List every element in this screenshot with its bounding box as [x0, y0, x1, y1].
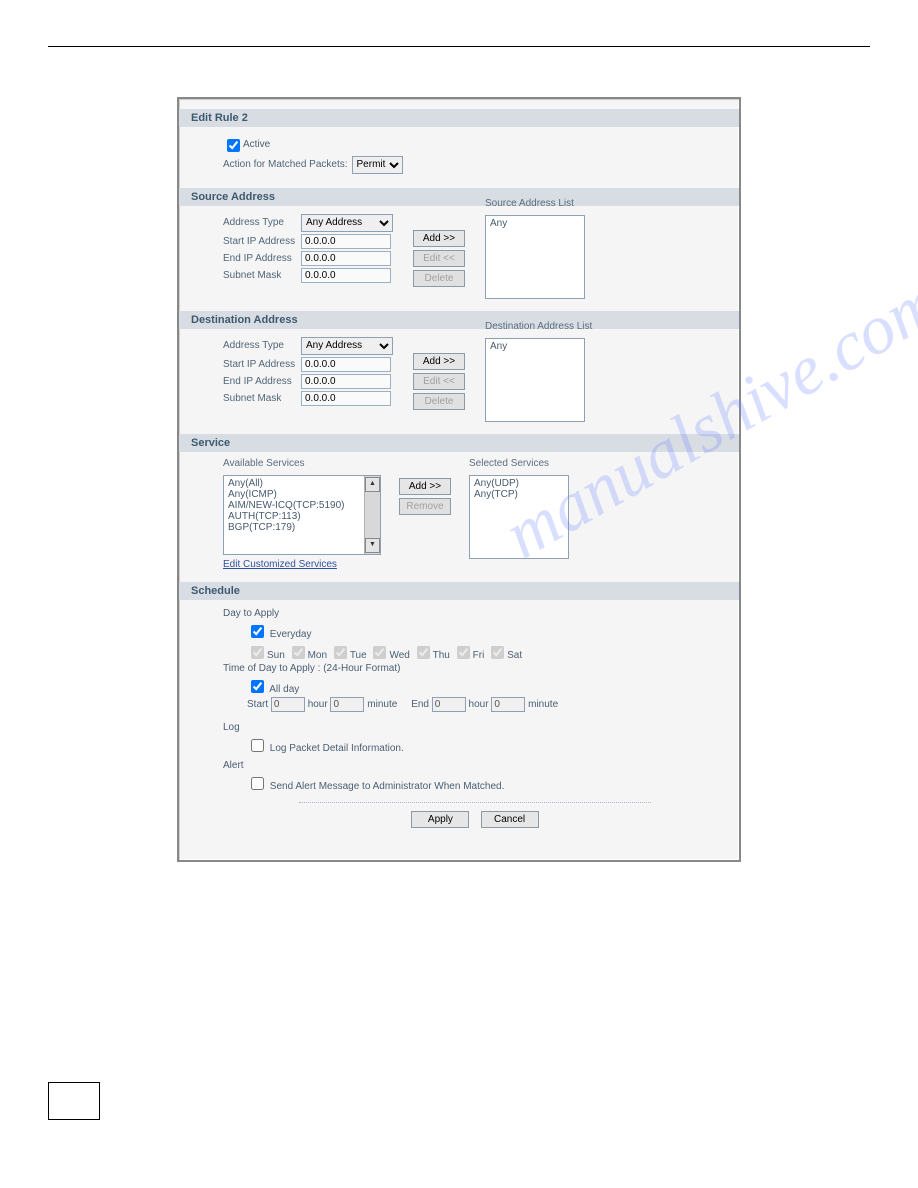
apply-button[interactable]: Apply — [411, 811, 469, 828]
dst-edit-button[interactable]: Edit << — [413, 373, 465, 390]
hour-label-2: hour — [469, 699, 489, 710]
service-header: Service — [179, 434, 739, 452]
list-item[interactable]: BGP(TCP:179) — [228, 522, 360, 533]
hour-label: hour — [308, 699, 328, 710]
day-wed-label: Wed — [389, 650, 409, 661]
minute-label-2: minute — [528, 699, 558, 710]
page-number-box — [48, 1082, 100, 1120]
everyday-checkbox[interactable] — [251, 625, 264, 638]
dst-list-title: Destination Address List — [485, 321, 592, 332]
action-matched-label: Action for Matched Packets: — [223, 159, 348, 170]
dst-subnet-label: Subnet Mask — [223, 393, 301, 404]
active-label: Active — [243, 139, 270, 150]
day-mon-checkbox[interactable] — [292, 646, 305, 659]
dst-delete-button[interactable]: Delete — [413, 393, 465, 410]
src-add-button[interactable]: Add >> — [413, 230, 465, 247]
list-item[interactable]: Any — [490, 218, 580, 229]
day-thu-label: Thu — [433, 650, 450, 661]
list-item[interactable]: AUTH(TCP:113) — [228, 511, 360, 522]
dst-address-type-select[interactable]: Any Address — [301, 337, 393, 355]
end-minute-input[interactable] — [491, 697, 525, 712]
title-bar: Edit Rule 2 — [179, 109, 739, 127]
all-day-label: All day — [269, 684, 299, 695]
list-item[interactable]: AIM/NEW-ICQ(TCP:5190) — [228, 500, 360, 511]
day-wed-checkbox[interactable] — [373, 646, 386, 659]
day-to-apply-label: Day to Apply — [223, 608, 727, 619]
end-label: End — [411, 699, 429, 710]
src-list-title: Source Address List — [485, 198, 585, 209]
day-mon-label: Mon — [308, 650, 327, 661]
end-hour-input[interactable] — [432, 697, 466, 712]
list-item[interactable]: Any(All) — [228, 478, 360, 489]
action-matched-select[interactable]: Permit — [352, 156, 403, 174]
selected-services-title: Selected Services — [469, 458, 569, 469]
selected-services-listbox[interactable]: Any(UDP) Any(TCP) — [469, 475, 569, 559]
log-label: Log — [223, 722, 727, 733]
dst-start-ip-label: Start IP Address — [223, 359, 301, 370]
available-services-listbox[interactable]: Any(All) Any(ICMP) AIM/NEW-ICQ(TCP:5190)… — [223, 475, 381, 555]
minute-label: minute — [367, 699, 397, 710]
alert-label: Alert — [223, 760, 727, 771]
start-hour-input[interactable] — [271, 697, 305, 712]
schedule-header: Schedule — [179, 582, 739, 600]
scroll-up-icon[interactable]: ▲ — [365, 477, 380, 492]
scroll-down-icon[interactable]: ▼ — [365, 538, 380, 553]
dst-start-ip-input[interactable] — [301, 357, 391, 372]
edit-customized-services-link[interactable]: Edit Customized Services — [223, 559, 337, 570]
dst-address-type-label: Address Type — [223, 340, 301, 351]
dst-address-listbox[interactable]: Any — [485, 338, 585, 422]
day-tue-checkbox[interactable] — [334, 646, 347, 659]
dst-add-button[interactable]: Add >> — [413, 353, 465, 370]
time-of-day-label: Time of Day to Apply : (24-Hour Format) — [223, 663, 727, 674]
dst-subnet-input[interactable] — [301, 391, 391, 406]
log-detail-label: Log Packet Detail Information. — [270, 743, 404, 754]
log-detail-checkbox[interactable] — [251, 739, 264, 752]
source-address-header: Source Address — [179, 188, 739, 206]
list-item[interactable]: Any(UDP) — [474, 478, 564, 489]
day-sat-label: Sat — [507, 650, 522, 661]
list-item[interactable]: Any(ICMP) — [228, 489, 360, 500]
svc-add-button[interactable]: Add >> — [399, 478, 451, 495]
destination-address-header: Destination Address — [179, 311, 739, 329]
src-address-type-select[interactable]: Any Address — [301, 214, 393, 232]
day-fri-checkbox[interactable] — [457, 646, 470, 659]
src-edit-button[interactable]: Edit << — [413, 250, 465, 267]
src-delete-button[interactable]: Delete — [413, 270, 465, 287]
src-address-type-label: Address Type — [223, 217, 301, 228]
cancel-button[interactable]: Cancel — [481, 811, 539, 828]
everyday-label: Everyday — [270, 629, 312, 640]
day-sat-checkbox[interactable] — [491, 646, 504, 659]
src-end-ip-input[interactable] — [301, 251, 391, 266]
active-checkbox[interactable] — [227, 139, 240, 152]
scrollbar[interactable]: ▲ ▼ — [364, 476, 380, 554]
all-day-checkbox[interactable] — [251, 680, 264, 693]
dst-end-ip-label: End IP Address — [223, 376, 301, 387]
start-label: Start — [247, 699, 268, 710]
list-item[interactable]: Any — [490, 341, 580, 352]
src-subnet-input[interactable] — [301, 268, 391, 283]
svc-remove-button[interactable]: Remove — [399, 498, 451, 515]
alert-detail-checkbox[interactable] — [251, 777, 264, 790]
day-sun-checkbox[interactable] — [251, 646, 264, 659]
day-fri-label: Fri — [473, 650, 485, 661]
list-item[interactable]: Any(TCP) — [474, 489, 564, 500]
day-sun-label: Sun — [267, 650, 285, 661]
src-address-listbox[interactable]: Any — [485, 215, 585, 299]
available-services-title: Available Services — [223, 458, 381, 469]
src-end-ip-label: End IP Address — [223, 253, 301, 264]
day-tue-label: Tue — [350, 650, 367, 661]
src-start-ip-label: Start IP Address — [223, 236, 301, 247]
alert-detail-label: Send Alert Message to Administrator When… — [270, 781, 505, 792]
src-subnet-label: Subnet Mask — [223, 270, 301, 281]
day-thu-checkbox[interactable] — [417, 646, 430, 659]
dst-end-ip-input[interactable] — [301, 374, 391, 389]
src-start-ip-input[interactable] — [301, 234, 391, 249]
start-minute-input[interactable] — [330, 697, 364, 712]
